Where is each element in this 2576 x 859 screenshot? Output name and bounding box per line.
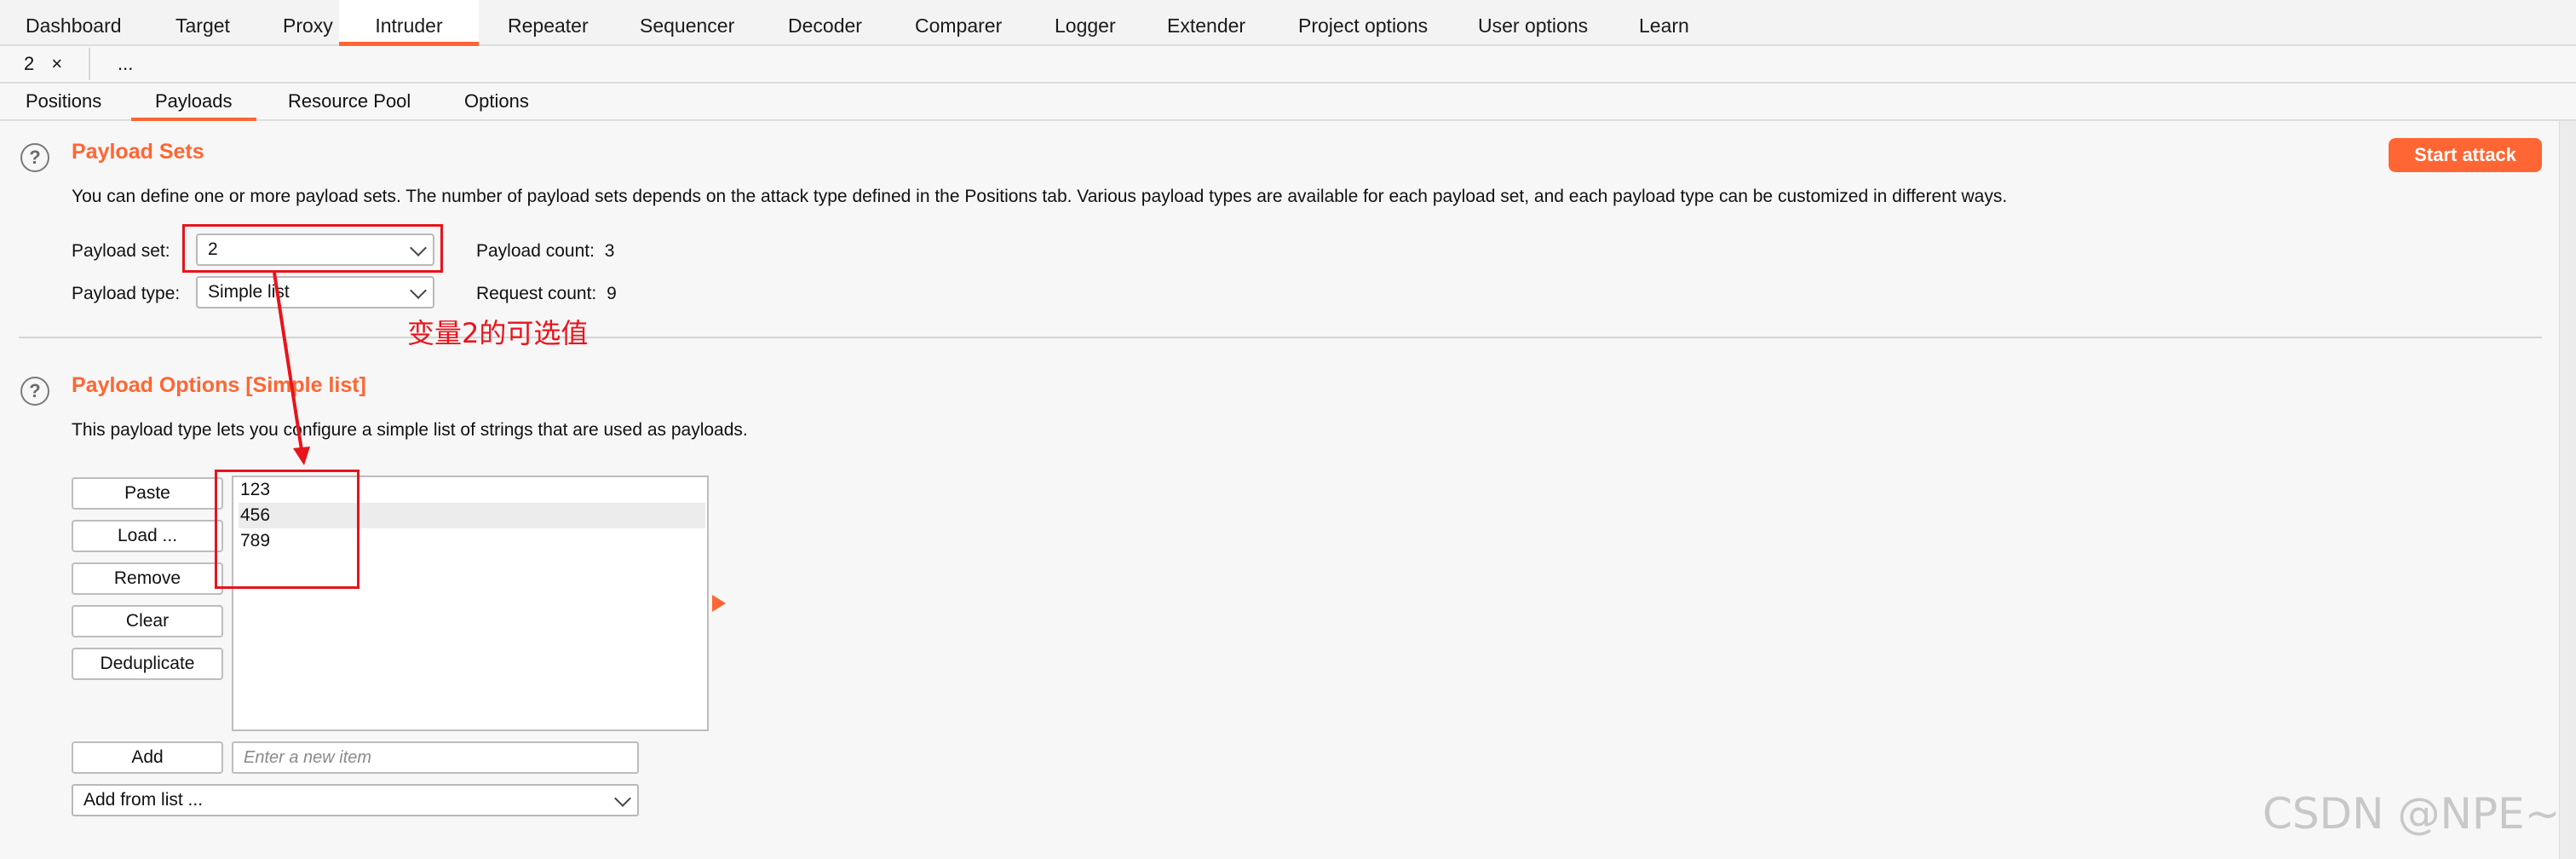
annotation-arrow <box>273 272 310 465</box>
annotation-text: 变量2的可选值 <box>407 317 589 349</box>
watermark: CSDN @NPE~ <box>2263 789 2561 839</box>
